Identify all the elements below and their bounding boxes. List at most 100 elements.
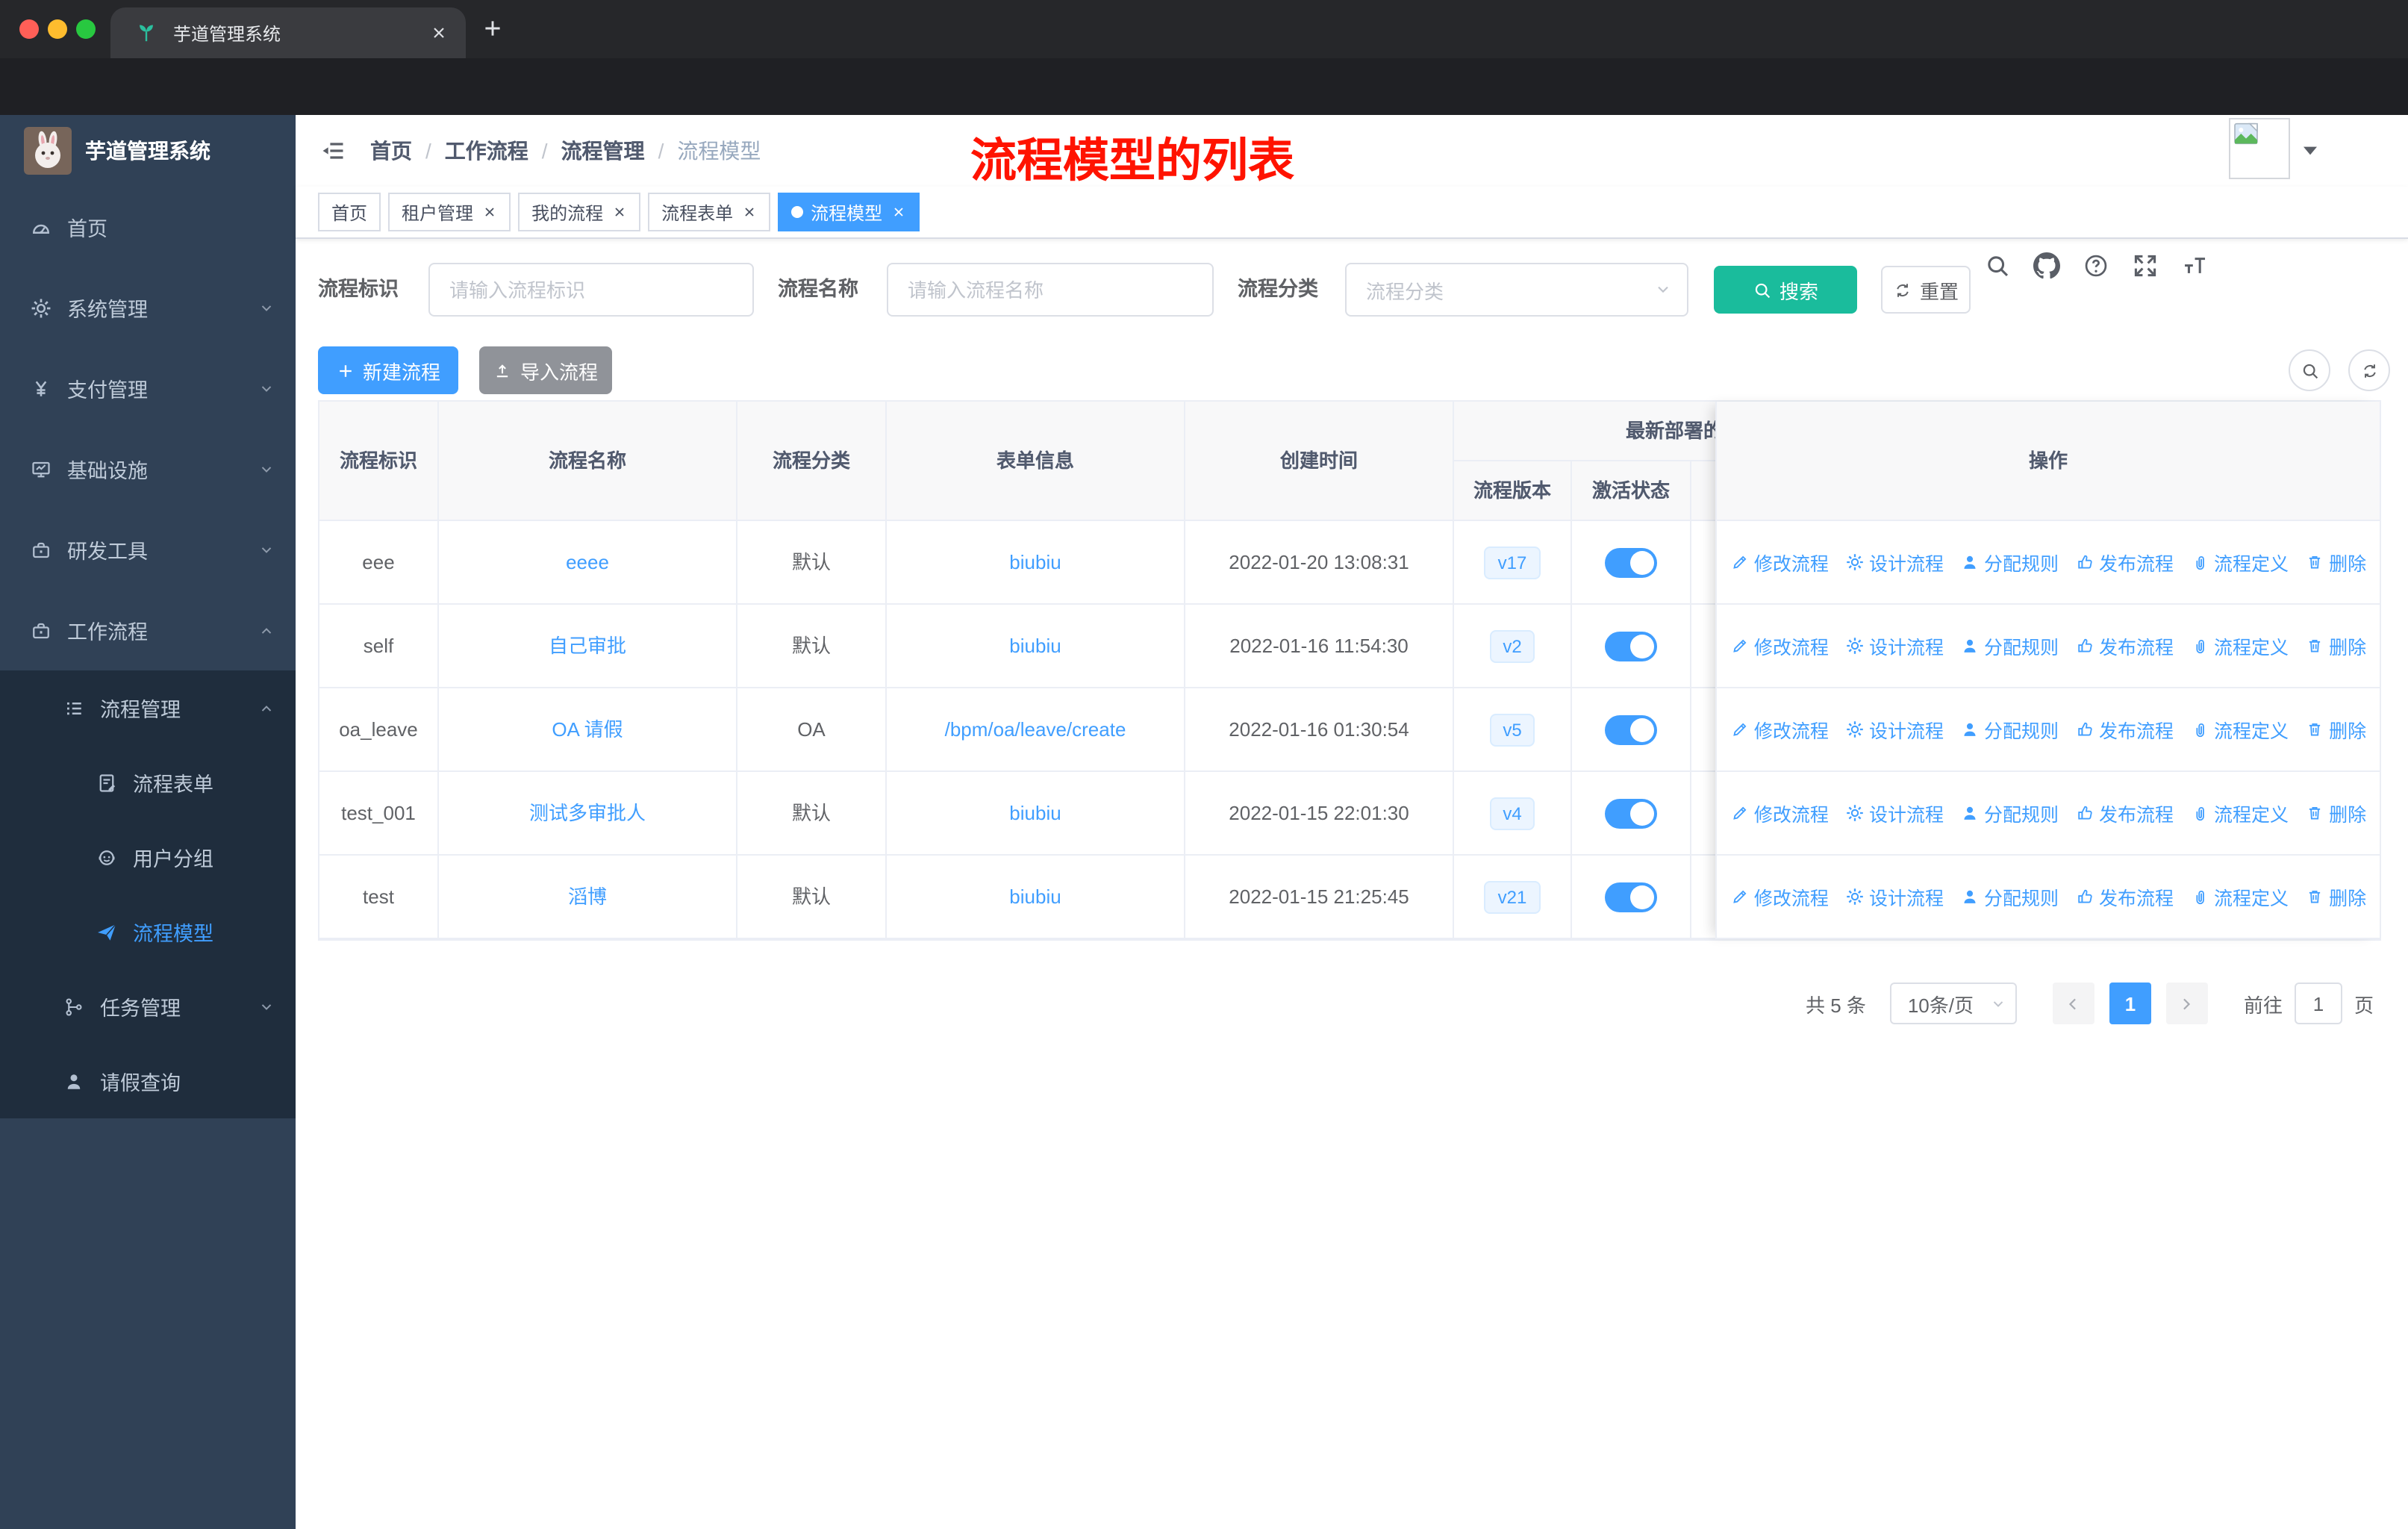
- show-search-toggle-button[interactable]: [2289, 349, 2330, 391]
- sidebar-item-process-mgmt[interactable]: 流程管理: [0, 670, 296, 745]
- action-edit-link[interactable]: 修改流程: [1730, 548, 1829, 576]
- process-category-select[interactable]: 流程分类: [1345, 263, 1688, 317]
- process-key-input[interactable]: [428, 263, 754, 317]
- tab-close-icon[interactable]: [742, 205, 757, 219]
- goto-page-input[interactable]: [2294, 983, 2342, 1024]
- tab-process-form[interactable]: 流程表单: [648, 193, 771, 231]
- chevron-down-icon: [1654, 281, 1672, 299]
- tab-home[interactable]: 首页: [318, 193, 381, 231]
- avatar[interactable]: [2229, 118, 2290, 179]
- action-publish-link[interactable]: 发布流程: [2075, 632, 2174, 660]
- sidebar-item-infrastructure[interactable]: 基础设施: [0, 429, 296, 509]
- tab-close-icon[interactable]: [891, 205, 906, 219]
- import-process-button[interactable]: 导入流程: [479, 346, 612, 394]
- action-definition-link[interactable]: 流程定义: [2190, 632, 2289, 660]
- search-button[interactable]: 搜索: [1714, 266, 1857, 314]
- cell-process-name-link[interactable]: 自己审批: [439, 604, 737, 688]
- action-edit-link[interactable]: 修改流程: [1730, 632, 1829, 660]
- active-status-toggle[interactable]: [1605, 799, 1657, 829]
- refresh-table-button[interactable]: [2348, 349, 2390, 391]
- action-label: 设计流程: [1868, 638, 1944, 658]
- action-design-link[interactable]: 设计流程: [1845, 715, 1944, 744]
- action-edit-link[interactable]: 修改流程: [1730, 882, 1829, 911]
- sidebar-item-system[interactable]: 系统管理: [0, 267, 296, 348]
- next-page-button[interactable]: [2165, 983, 2208, 1024]
- active-status-toggle[interactable]: [1605, 632, 1657, 662]
- action-design-link[interactable]: 设计流程: [1845, 548, 1944, 576]
- tab-my-process[interactable]: 我的流程: [518, 193, 641, 231]
- action-delete-link[interactable]: 删除: [2305, 715, 2366, 744]
- traffic-light-zoom[interactable]: [76, 19, 96, 39]
- search-icon[interactable]: [1984, 252, 2011, 279]
- sidebar-item-user-group[interactable]: 用户分组: [0, 820, 296, 894]
- current-page-button[interactable]: 1: [2109, 983, 2151, 1024]
- action-design-link[interactable]: 设计流程: [1845, 632, 1944, 660]
- breadcrumb-process-mgmt[interactable]: 流程管理: [561, 136, 645, 166]
- action-definition-link[interactable]: 流程定义: [2190, 799, 2289, 827]
- process-name-input[interactable]: [887, 263, 1214, 317]
- action-delete-link[interactable]: 删除: [2305, 799, 2366, 827]
- cell-process-name-link[interactable]: OA 请假: [439, 688, 737, 771]
- sidebar-item-process-form[interactable]: 流程表单: [0, 745, 296, 820]
- action-publish-link[interactable]: 发布流程: [2075, 715, 2174, 744]
- action-delete-link[interactable]: 删除: [2305, 882, 2366, 911]
- action-definition-link[interactable]: 流程定义: [2190, 548, 2289, 576]
- create-process-button[interactable]: 新建流程: [318, 346, 458, 394]
- action-delete-link[interactable]: 删除: [2305, 632, 2366, 660]
- traffic-light-close[interactable]: [19, 19, 39, 39]
- help-icon[interactable]: [2083, 252, 2109, 279]
- breadcrumb-workflow[interactable]: 工作流程: [445, 136, 528, 166]
- cell-form-info-link[interactable]: biubiu: [887, 520, 1185, 604]
- action-assign-link[interactable]: 分配规则: [1960, 715, 2059, 744]
- action-assign-link[interactable]: 分配规则: [1960, 799, 2059, 827]
- page-size-select[interactable]: 10条/页: [1889, 983, 2017, 1024]
- active-status-toggle[interactable]: [1605, 715, 1657, 746]
- action-delete-link[interactable]: 删除: [2305, 548, 2366, 576]
- tab-tenant[interactable]: 租户管理: [388, 193, 511, 231]
- action-edit-link[interactable]: 修改流程: [1730, 799, 1829, 827]
- active-status-toggle[interactable]: [1605, 882, 1657, 913]
- font-size-icon[interactable]: [2181, 252, 2208, 279]
- hamburger-icon[interactable]: [319, 137, 346, 164]
- action-assign-link[interactable]: 分配规则: [1960, 632, 2059, 660]
- avatar-caret-down-icon[interactable]: [2303, 146, 2317, 155]
- action-assign-link[interactable]: 分配规则: [1960, 882, 2059, 911]
- tab-process-model[interactable]: 流程模型: [778, 193, 920, 231]
- sidebar-item-payment[interactable]: 支付管理: [0, 348, 296, 429]
- action-assign-link[interactable]: 分配规则: [1960, 548, 2059, 576]
- action-publish-link[interactable]: 发布流程: [2075, 548, 2174, 576]
- sidebar-item-leave-query[interactable]: 请假查询: [0, 1044, 296, 1118]
- action-definition-link[interactable]: 流程定义: [2190, 882, 2289, 911]
- action-publish-link[interactable]: 发布流程: [2075, 799, 2174, 827]
- cell-process-name-link[interactable]: 测试多审批人: [439, 771, 737, 855]
- github-icon[interactable]: [2033, 252, 2060, 279]
- action-publish-link[interactable]: 发布流程: [2075, 882, 2174, 911]
- reset-button[interactable]: 重置: [1881, 266, 1971, 314]
- new-tab-button[interactable]: [481, 16, 505, 40]
- cell-form-info-link[interactable]: biubiu: [887, 855, 1185, 938]
- breadcrumb-home[interactable]: 首页: [370, 136, 412, 166]
- sidebar-item-workflow[interactable]: 工作流程: [0, 590, 296, 670]
- cell-form-info-link[interactable]: biubiu: [887, 771, 1185, 855]
- action-edit-link[interactable]: 修改流程: [1730, 715, 1829, 744]
- browser-tab[interactable]: 芋道管理系统: [110, 7, 466, 58]
- action-definition-link[interactable]: 流程定义: [2190, 715, 2289, 744]
- cell-form-info-link[interactable]: /bpm/oa/leave/create: [887, 688, 1185, 771]
- sidebar-item-home[interactable]: 首页: [0, 187, 296, 267]
- cell-process-name-link[interactable]: 滔博: [439, 855, 737, 938]
- action-design-link[interactable]: 设计流程: [1845, 882, 1944, 911]
- cell-created-time: 2022-01-15 22:01:30: [1185, 771, 1454, 855]
- tab-close-icon[interactable]: [430, 24, 448, 42]
- traffic-light-minimize[interactable]: [48, 19, 67, 39]
- cell-process-name-link[interactable]: eeee: [439, 520, 737, 604]
- prev-page-button[interactable]: [2052, 983, 2094, 1024]
- sidebar-item-task-mgmt[interactable]: 任务管理: [0, 969, 296, 1044]
- cell-form-info-link[interactable]: biubiu: [887, 604, 1185, 688]
- sidebar-item-process-model[interactable]: 流程模型: [0, 894, 296, 969]
- tab-close-icon[interactable]: [482, 205, 497, 219]
- action-design-link[interactable]: 设计流程: [1845, 799, 1944, 827]
- tab-close-icon[interactable]: [612, 205, 627, 219]
- fullscreen-icon[interactable]: [2132, 252, 2159, 279]
- sidebar-item-devtools[interactable]: 研发工具: [0, 509, 296, 590]
- active-status-toggle[interactable]: [1605, 548, 1657, 579]
